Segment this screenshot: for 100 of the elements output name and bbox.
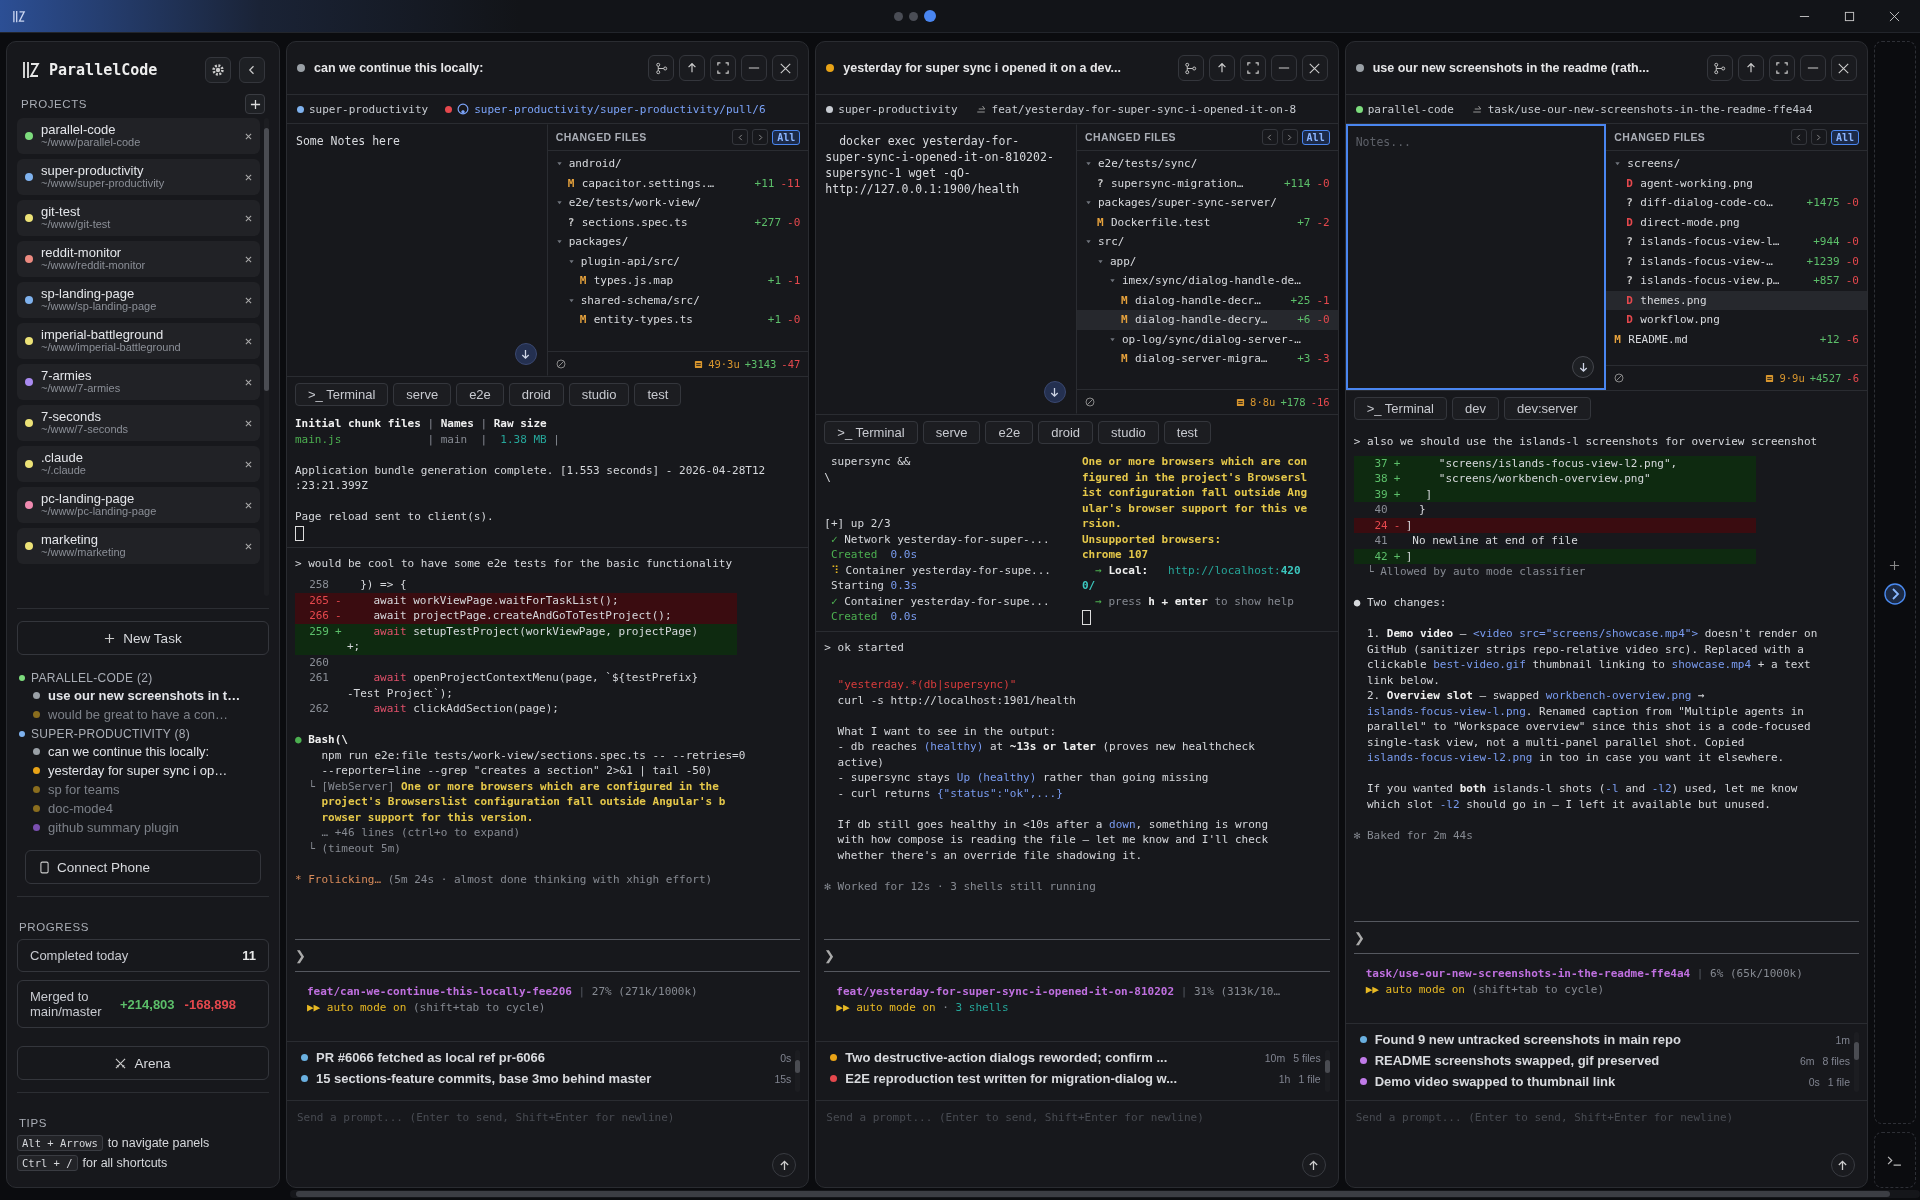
close-button[interactable] [1831,55,1857,81]
branch-button[interactable] [1707,55,1733,81]
add-icon[interactable] [1889,560,1901,571]
task-update-item[interactable]: README screenshots swapped, gif preserved 6m 8 files [1353,1053,1850,1068]
minimize-button[interactable] [741,55,768,81]
notes-field[interactable]: Some Notes here [287,124,548,376]
send-button[interactable] [1831,1153,1855,1177]
new-task-button[interactable]: New Task [17,621,269,655]
folder-row[interactable]: screens/ [1606,154,1867,174]
close-icon[interactable] [245,255,252,263]
pull-request-link[interactable]: super-productivity/super-productivity/pull/6 [474,102,766,116]
file-row[interactable]: M dialog-handle-decry… +6 -0 [1077,310,1338,330]
folder-row[interactable]: packages/ [547,232,809,252]
file-row[interactable]: M Dockerfile.test +7 -2 [1077,212,1338,232]
folder-row[interactable]: e2e/tests/sync/ [1077,154,1338,174]
file-row[interactable]: ? supersync-migration… +114 -0 [1077,173,1338,193]
scroll-down-button[interactable] [514,343,537,365]
project-item[interactable]: parallel-code ~/www/parallel-code [17,118,260,154]
file-row[interactable]: ? diff-dialog-code-co… +1475 -0 [1606,193,1867,213]
terminal-tab[interactable]: >_ Terminal [824,421,918,444]
branch-button[interactable] [648,55,675,81]
all-toggle[interactable]: All [772,129,801,145]
file-row[interactable]: D themes.png [1606,290,1867,310]
task-update-item[interactable]: Two destructive-action dialogs reworded; confirm ... 10m 5 files [824,1050,1321,1065]
page-dot[interactable] [909,11,918,21]
close-icon[interactable] [245,337,252,345]
task-item[interactable]: use our new screenshots in t… [19,687,267,704]
folder-row[interactable]: e2e/tests/work-view/ [547,193,809,213]
task-item[interactable]: sp for teams [19,781,267,798]
project-item[interactable]: sp-landing-page ~/www/sp-landing-page [17,282,260,318]
arena-button[interactable]: Arena [17,1046,269,1080]
close-icon[interactable] [245,419,252,427]
scroll-down-button[interactable] [1044,381,1066,403]
folder-row[interactable]: app/ [1077,251,1338,271]
terminal-tab[interactable]: >_ Terminal [1353,397,1447,420]
project-item[interactable]: 7-seconds ~/www/7-seconds [17,405,260,441]
terminal-tab[interactable]: droid [1038,421,1094,444]
fullscreen-button[interactable] [1239,55,1266,81]
notes-field[interactable]: docker exec yesterday-for- super-sync-i-opened-it-on-810202- supersync-1 wget -qO- http://127.0.0.1:1900/health [816,124,1077,414]
folder-row[interactable]: android/ [547,154,809,174]
send-button[interactable] [772,1153,797,1177]
push-button[interactable] [1738,55,1764,81]
file-row[interactable]: D direct-mode.png [1606,212,1867,232]
close-icon[interactable] [245,296,252,304]
folder-row[interactable]: packages/super-sync-server/ [1077,193,1338,213]
file-row[interactable]: ? islands-focus-view-… +1239 -0 [1606,251,1867,271]
file-row[interactable]: ? islands-focus-view.p… +857 -0 [1606,271,1867,291]
terminal-tab[interactable]: studio [1098,421,1159,444]
file-row[interactable]: ? islands-focus-view-l… +944 -0 [1606,232,1867,252]
folder-row[interactable]: imex/sync/dialog-handle-de… [1077,271,1338,291]
task-item[interactable]: would be great to have a con… [19,706,267,723]
terminal-tab[interactable]: test [1163,421,1211,444]
close-icon[interactable] [245,132,252,140]
task-item[interactable]: can we continue this locally: [19,743,267,760]
file-row[interactable]: M README.md +12 -6 [1606,329,1867,349]
close-icon[interactable] [245,214,252,222]
connect-phone-button[interactable]: Connect Phone [25,850,261,884]
task-update-item[interactable]: Found 9 new untracked screenshots in main repo 1m [1353,1032,1850,1047]
terminal-tab[interactable]: e2e [985,421,1034,444]
task-update-item[interactable]: 15 sections-feature commits, base 3mo behind master 15s [295,1071,792,1086]
folder-row[interactable]: op-log/sync/dialog-server-… [1077,329,1338,349]
close-button[interactable] [1301,55,1328,81]
file-row[interactable]: M entity-types.ts +1 -0 [547,310,809,330]
all-toggle[interactable]: All [1830,129,1859,145]
close-icon[interactable] [245,173,252,181]
file-row[interactable]: M dialog-server-migra… +3 -3 [1077,349,1338,369]
folder-row[interactable]: shared-schema/src/ [547,290,809,310]
folder-row[interactable]: plugin-api/src/ [547,251,809,271]
task-update-item[interactable]: E2E reproduction test written for migration-dialog w... 1h 1 file [824,1071,1321,1086]
folder-row[interactable]: src/ [1077,232,1338,252]
close-icon[interactable] [245,378,252,386]
push-button[interactable] [1208,55,1235,81]
project-item[interactable]: 7-armies ~/www/7-armies [17,364,260,400]
project-item[interactable]: .claude ~/.claude [17,446,260,482]
terminal-tab[interactable]: dev:server [1503,397,1591,420]
project-item[interactable]: reddit-monitor ~/www/reddit-monitor [17,241,260,277]
fullscreen-button[interactable] [1769,55,1795,81]
all-toggle[interactable]: All [1301,129,1330,145]
terminal-tab[interactable]: e2e [456,383,504,406]
terminal-icon[interactable] [1887,1154,1903,1166]
file-row[interactable]: M dialog-handle-decr… +25 -1 [1077,290,1338,310]
close-button[interactable] [772,55,799,81]
terminal-tab[interactable]: serve [393,383,452,406]
close-icon[interactable] [245,460,252,468]
terminal-tab[interactable]: dev [1452,397,1499,420]
project-item[interactable]: git-test ~/www/git-test [17,200,260,236]
file-row[interactable]: M capacitor.settings.… +11 -11 [547,173,809,193]
collapse-button[interactable] [239,57,265,83]
terminal-tab[interactable]: >_ Terminal [295,383,389,406]
file-row[interactable]: ? sections.spec.ts +277 -0 [547,212,809,232]
task-update-item[interactable]: Demo video swapped to thumbnail link 0s 1 file [1353,1074,1850,1089]
page-dot[interactable] [894,11,903,21]
terminal-tab[interactable]: droid [508,383,564,406]
close-icon[interactable] [245,501,252,509]
task-item[interactable]: github summary plugin [19,819,267,836]
terminal-tab[interactable]: studio [568,383,630,406]
terminal-tab[interactable]: serve [922,421,981,444]
branch-button[interactable] [1177,55,1204,81]
maximize-icon[interactable] [1844,10,1855,22]
close-icon[interactable] [245,542,252,550]
